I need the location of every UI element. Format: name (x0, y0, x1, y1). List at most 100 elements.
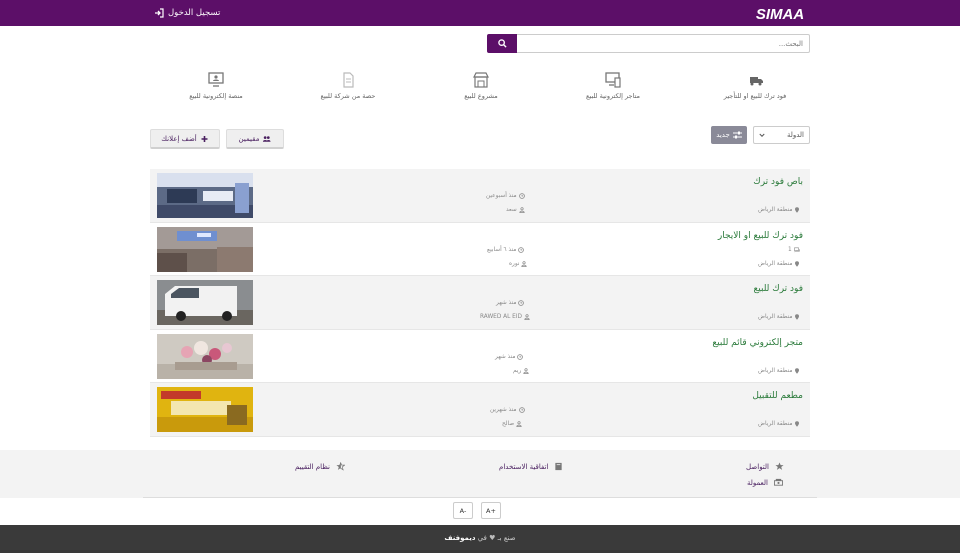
book-icon (555, 462, 563, 471)
clock-icon (518, 300, 525, 306)
document-icon (343, 72, 354, 88)
footer-link-terms[interactable]: اتفاقية الاستخدام (499, 462, 563, 471)
new-label: جديد (716, 131, 730, 139)
listing-image[interactable] (157, 280, 253, 326)
map-marker-icon (795, 314, 800, 320)
star-icon (775, 462, 784, 470)
made-by-link[interactable]: ديموفنف (444, 534, 475, 542)
listing-user[interactable]: نوره (509, 260, 528, 267)
search-bar (487, 34, 810, 53)
footer-links: التواصل العمولة اتفاقية الاستخدام نظام ا… (0, 450, 960, 498)
plus-icon (201, 135, 208, 142)
map-marker-icon (795, 260, 800, 267)
listing-row[interactable]: فود ترك للبيع او الايجار منذ ٦ أسابيع نو… (150, 222, 810, 277)
login-link[interactable]: تسجيل الدخول (154, 6, 220, 20)
clock-icon (518, 246, 525, 253)
listing-image[interactable] (157, 173, 253, 218)
monitor-user-icon (208, 72, 224, 87)
footer-link-contact[interactable]: التواصل (746, 462, 784, 471)
listing-time: منذ شهر (495, 353, 524, 360)
font-decrease-button[interactable]: A- (453, 502, 473, 519)
search-button[interactable] (487, 34, 517, 53)
truck-icon (750, 77, 763, 86)
listing-row[interactable]: فود ترك للبيع منذ شهر RAWED AL EID منطقة… (150, 276, 810, 330)
listing-image[interactable] (157, 387, 253, 433)
search-input[interactable] (517, 34, 810, 53)
star-half-icon (336, 462, 345, 471)
category-bar: فود ترك للبيع او للتأجير متاجر إلكترونية… (150, 72, 810, 104)
site-logo[interactable]: SIMAA (751, 5, 809, 23)
add-ad-button[interactable]: أضف إعلانك (150, 129, 220, 149)
user-icon (524, 314, 530, 321)
listing-title[interactable]: فود ترك للبيع او الايجار (718, 231, 803, 241)
category-label: فود ترك للبيع او للتأجير (723, 92, 787, 100)
restaurant-photo (157, 387, 253, 433)
bus-interior-photo (157, 173, 253, 218)
food-truck-photo (157, 226, 253, 272)
logo-graphic: SIMAA (756, 6, 804, 23)
listing-title[interactable]: متجر إلكتروني قائم للبيع (712, 338, 803, 348)
category-label: منصة إلكترونية للبيع (189, 92, 243, 100)
clock-icon (518, 407, 525, 414)
listing-image[interactable] (157, 226, 253, 272)
listing-user[interactable]: ريم (513, 368, 529, 374)
listing-title[interactable]: مطعم للتقبيل (752, 391, 803, 401)
listing-row[interactable]: مطعم للتقبيل منذ شهرين صالح منطقة الرياض (150, 383, 810, 437)
map-marker-icon (795, 207, 800, 213)
country-select[interactable]: الدولة (753, 126, 810, 144)
footer-link-commission[interactable]: العمولة (747, 478, 784, 487)
user-icon (521, 260, 528, 267)
made-by-text: صنع بـ ♥ في ديموفنف (444, 534, 516, 542)
clock-icon (517, 353, 524, 360)
listing-time: منذ شهر (496, 300, 525, 306)
users-icon (263, 135, 271, 142)
new-filter-button[interactable]: جديد (711, 126, 747, 144)
category-label: مشروع للبيع (464, 92, 498, 100)
category-company-share[interactable]: حصة من شركة للبيع (293, 72, 403, 104)
font-size-controls: A- A+ (0, 498, 960, 525)
listing-title[interactable]: فود ترك للبيع (753, 284, 803, 294)
font-increase-button[interactable]: A+ (481, 502, 501, 519)
add-ad-label: أضف إعلانك (161, 134, 197, 143)
user-icon (516, 421, 522, 428)
login-label: تسجيل الدخول (168, 8, 221, 18)
residents-label: مقيمين (238, 134, 260, 143)
store-icon (473, 72, 489, 88)
chevron-down-icon (759, 133, 765, 137)
map-marker-icon (795, 368, 800, 374)
heart-icon: ♥ (489, 534, 496, 542)
listing-location: منطقة الرياض (758, 261, 800, 267)
listing-user[interactable]: سعد (506, 207, 525, 213)
listing-time: منذ شهرين (490, 407, 525, 413)
svg-text:SIMAA: SIMAA (756, 6, 804, 22)
listing-row[interactable]: متجر إلكتروني قائم للبيع منذ شهر ريم منط… (150, 329, 810, 384)
sign-in-icon (155, 8, 164, 18)
listing-row[interactable]: باص فود ترك منذ أسبوعين سعد منطقة الرياض (150, 169, 810, 223)
listing-image[interactable] (157, 333, 253, 379)
footer-link-rating[interactable]: نظام التقييم (295, 462, 345, 471)
comments-icon (793, 247, 800, 252)
category-online-platform[interactable]: منصة إلكترونية للبيع (161, 72, 271, 104)
category-online-stores[interactable]: متاجر إلكترونية للبيع (558, 72, 668, 104)
residents-button[interactable]: مقيمين (226, 129, 284, 149)
listing-time: منذ أسبوعين (486, 193, 525, 199)
country-label: الدولة (786, 131, 804, 139)
category-food-truck[interactable]: فود ترك للبيع او للتأجير (700, 72, 810, 104)
category-label: حصة من شركة للبيع (320, 92, 376, 100)
listing-location: منطقة الرياض (758, 368, 800, 374)
search-icon (497, 39, 507, 48)
user-icon (519, 207, 525, 213)
category-project[interactable]: مشروع للبيع (426, 72, 536, 104)
flowers-photo (157, 333, 253, 379)
money-icon (774, 478, 784, 486)
listing-user[interactable]: صالح (502, 421, 522, 427)
filter-bar: أضف إعلانك مقيمين جديد الدولة (150, 126, 810, 150)
devices-icon (605, 72, 621, 88)
listing-user[interactable]: RAWED AL EID (480, 314, 530, 320)
listing-comments: 1 (788, 247, 800, 253)
listing-location: منطقة الرياض (758, 421, 800, 427)
listing-location: منطقة الرياض (758, 207, 800, 213)
listing-title[interactable]: باص فود ترك (753, 177, 803, 187)
sliders-icon (732, 131, 742, 139)
listings: باص فود ترك منذ أسبوعين سعد منطقة الرياض… (150, 169, 810, 437)
